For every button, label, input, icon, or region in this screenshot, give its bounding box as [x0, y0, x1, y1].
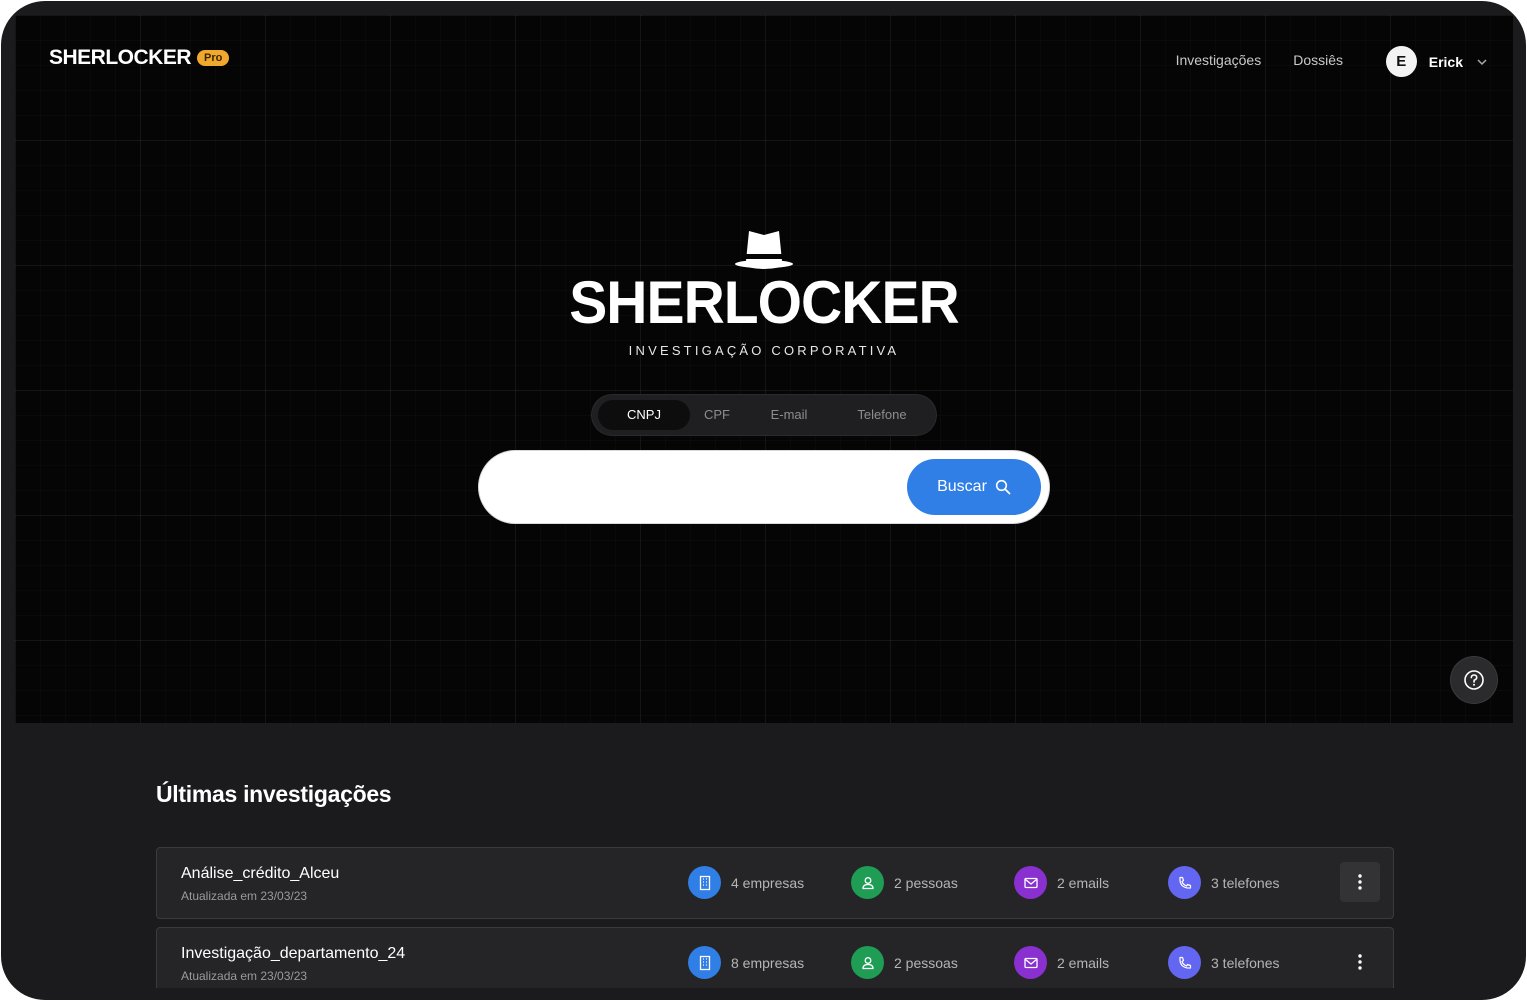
avatar: E [1385, 46, 1417, 77]
tab-cpf[interactable]: CPF [690, 400, 744, 430]
stat-emails: 2 emails [1014, 866, 1109, 899]
stat-telefones: 3 telefones [1168, 866, 1280, 899]
more-vertical-icon [1358, 874, 1362, 890]
investigation-date: Atualizada em 23/03/23 [181, 969, 308, 983]
hero-logo: SHERLOCKER INVESTIGAÇÃO CORPORATIVA [15, 227, 1513, 358]
mail-icon [1014, 866, 1047, 899]
investigation-date: Atualizada em 23/03/23 [181, 889, 308, 903]
person-icon [851, 866, 884, 899]
tab-email[interactable]: E-mail [744, 400, 834, 430]
brand[interactable]: SHERLOCKER Pro [49, 46, 230, 70]
help-button[interactable] [1451, 657, 1497, 703]
investigation-card[interactable]: Análise_crédito_Alceu Atualizada em 23/0… [156, 847, 1394, 919]
user-menu[interactable]: E Erick [1385, 46, 1489, 77]
stat-text: 2 emails [1057, 954, 1110, 971]
recent-title: Últimas investigações [156, 781, 392, 807]
stat-text: 2 pessoas [894, 874, 958, 891]
search-bar: Buscar [479, 451, 1049, 523]
nav-investigacoes[interactable]: Investigações [1176, 52, 1262, 68]
more-vertical-icon [1358, 954, 1362, 970]
search-button[interactable]: Buscar [907, 459, 1041, 515]
tab-cnpj[interactable]: CNPJ [598, 400, 690, 430]
top-nav: Investigações Dossiês [1176, 52, 1343, 68]
search-input[interactable] [503, 467, 887, 509]
person-icon [851, 946, 884, 979]
brand-name: SHERLOCKER [49, 46, 192, 69]
more-options-button[interactable] [1340, 942, 1380, 982]
chevron-down-icon [1477, 58, 1487, 65]
stat-text: 8 empresas [731, 954, 805, 971]
stat-text: 2 pessoas [894, 954, 958, 971]
tab-telefone[interactable]: Telefone [834, 400, 930, 430]
stat-empresas: 8 empresas [688, 946, 804, 979]
investigation-name: Análise_crédito_Alceu [181, 865, 340, 882]
search-type-tabs: CNPJ CPF E-mail Telefone [592, 395, 936, 435]
app-screen: SHERLOCKER Pro Investigações Dossiês E E… [15, 15, 1513, 988]
logo-subtitle: INVESTIGAÇÃO CORPORATIVA [628, 343, 900, 358]
investigation-name: Investigação_departamento_24 [181, 945, 406, 962]
hat-icon [735, 231, 793, 269]
search-button-label: Buscar [937, 478, 987, 495]
more-options-button[interactable] [1340, 862, 1380, 902]
stat-pessoas: 2 pessoas [851, 946, 958, 979]
phone-icon [1168, 946, 1201, 979]
hero-section: SHERLOCKER Pro Investigações Dossiês E E… [15, 15, 1513, 723]
pro-badge: Pro [197, 50, 230, 66]
question-circle-icon [1464, 670, 1484, 690]
building-icon [688, 866, 721, 899]
stat-text: 3 telefones [1211, 874, 1280, 891]
stat-text: 2 emails [1057, 874, 1110, 891]
stat-empresas: 4 empresas [688, 866, 804, 899]
nav-dossies[interactable]: Dossiês [1293, 52, 1343, 68]
user-name: Erick [1428, 53, 1463, 70]
stat-text: 3 telefones [1211, 954, 1280, 971]
logo-text: SHERLOCKER [569, 269, 959, 336]
building-icon [688, 946, 721, 979]
search-icon [995, 479, 1011, 495]
stat-pessoas: 2 pessoas [851, 866, 958, 899]
investigation-card[interactable]: Investigação_departamento_24 Atualizada … [156, 927, 1394, 988]
stat-telefones: 3 telefones [1168, 946, 1280, 979]
stat-text: 4 empresas [731, 874, 805, 891]
mail-icon [1014, 946, 1047, 979]
phone-icon [1168, 866, 1201, 899]
stat-emails: 2 emails [1014, 946, 1109, 979]
device-frame: SHERLOCKER Pro Investigações Dossiês E E… [1, 1, 1526, 1000]
